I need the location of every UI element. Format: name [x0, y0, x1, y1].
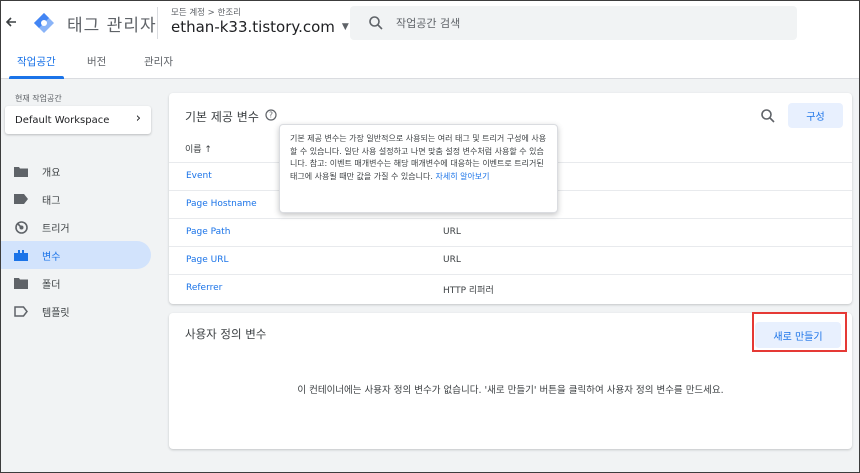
- folder-icon: [14, 164, 28, 178]
- back-arrow-icon[interactable]: [3, 12, 19, 32]
- help-tooltip: 기본 제공 변수는 가장 일반적으로 사용되는 여러 태그 및 트리거 구성에 …: [279, 124, 558, 213]
- top-bar: 태그 관리자 모든 계정 > 한조리 ethan-k33.tistory.com…: [1, 1, 859, 45]
- search-box[interactable]: [350, 6, 797, 40]
- tab-workspace[interactable]: 작업공간: [9, 45, 64, 79]
- variable-type: HTTP 리퍼러: [443, 286, 494, 296]
- empty-state-message: 이 컨테이너에는 사용자 정의 변수가 없습니다. '새로 만들기' 버튼을 클…: [297, 385, 724, 396]
- app-title: 태그 관리자: [67, 16, 157, 36]
- header-divider: [157, 7, 158, 39]
- sidebar-item-label: 태그: [42, 195, 61, 207]
- tag-icon: [14, 192, 28, 206]
- column-header-name[interactable]: 이름 ↑: [185, 142, 212, 155]
- user-variables-card: 사용자 정의 변수 새로 만들기 이 컨테이너에는 사용자 정의 변수가 없습니…: [169, 313, 852, 449]
- highlight-box: [752, 312, 847, 352]
- search-icon: [368, 15, 384, 31]
- variables-icon: [14, 248, 28, 262]
- variable-name[interactable]: Page URL: [186, 255, 229, 265]
- variable-name[interactable]: Page Path: [186, 227, 230, 237]
- variable-name[interactable]: Page Hostname: [186, 199, 257, 209]
- variable-name[interactable]: Referrer: [186, 283, 222, 293]
- breadcrumb[interactable]: 모든 계정 > 한조리: [171, 6, 241, 18]
- sidebar-item-label: 개요: [42, 167, 61, 179]
- chevron-right-icon: ›: [135, 111, 141, 126]
- sidebar-item-templates[interactable]: 템플릿: [1, 297, 151, 325]
- search-icon[interactable]: [760, 108, 776, 124]
- app-window: 태그 관리자 모든 계정 > 한조리 ethan-k33.tistory.com…: [0, 0, 860, 473]
- tag-manager-logo-icon: [33, 12, 55, 34]
- caret-down-icon: ▼: [341, 22, 349, 32]
- folder-icon: [14, 276, 28, 290]
- card-title: 기본 제공 변수: [185, 110, 259, 124]
- sidebar-item-label: 트리거: [42, 223, 70, 235]
- container-name: ethan-k33.tistory.com: [171, 18, 335, 36]
- variable-type: URL: [443, 255, 461, 265]
- workspace-selector[interactable]: Default Workspace ›: [5, 106, 151, 134]
- svg-text:?: ?: [269, 111, 273, 120]
- sidebar-item-label: 변수: [42, 251, 61, 263]
- column-header-label: 이름 ↑: [185, 145, 212, 155]
- workspace-name: Default Workspace: [15, 114, 110, 126]
- variable-type: URL: [443, 227, 461, 237]
- sidebar-item-folders[interactable]: 폴더: [1, 269, 151, 297]
- main-tabs: 작업공간 버전 관리자: [1, 45, 859, 79]
- table-row[interactable]: Referrer HTTP 리퍼러: [169, 274, 852, 302]
- workspace-label: 현재 작업공간: [15, 94, 62, 103]
- sidebar-item-tags[interactable]: 태그: [1, 185, 151, 213]
- help-icon[interactable]: ?: [265, 109, 277, 124]
- container-selector[interactable]: ethan-k33.tistory.com ▼: [171, 18, 349, 36]
- sidebar-item-label: 폴더: [42, 279, 61, 291]
- sidebar: 현재 작업공간 Default Workspace › 개요 태그 트리거 변수…: [1, 79, 159, 472]
- sidebar-item-triggers[interactable]: 트리거: [1, 213, 151, 241]
- template-icon: [14, 304, 28, 318]
- learn-more-link[interactable]: 자세히 알아보기: [435, 172, 489, 181]
- tab-versions[interactable]: 버전: [87, 45, 106, 78]
- tooltip-text: 기본 제공 변수는 가장 일반적으로 사용되는 여러 태그 및 트리거 구성에 …: [290, 134, 547, 181]
- configure-button[interactable]: 구성: [788, 103, 843, 128]
- tab-admin[interactable]: 관리자: [144, 45, 173, 78]
- trigger-icon: [14, 220, 28, 234]
- table-row[interactable]: Page URL URL: [169, 246, 852, 274]
- variable-name[interactable]: Event: [186, 171, 212, 181]
- search-input[interactable]: [396, 16, 776, 30]
- table-row[interactable]: Page Path URL: [169, 218, 852, 246]
- card-title: 사용자 정의 변수: [185, 327, 267, 341]
- sidebar-item-label: 템플릿: [42, 307, 70, 319]
- builtin-variables-header: 기본 제공 변수 ?: [185, 108, 277, 125]
- sidebar-item-variables[interactable]: 변수: [1, 241, 151, 269]
- sidebar-item-overview[interactable]: 개요: [1, 157, 151, 185]
